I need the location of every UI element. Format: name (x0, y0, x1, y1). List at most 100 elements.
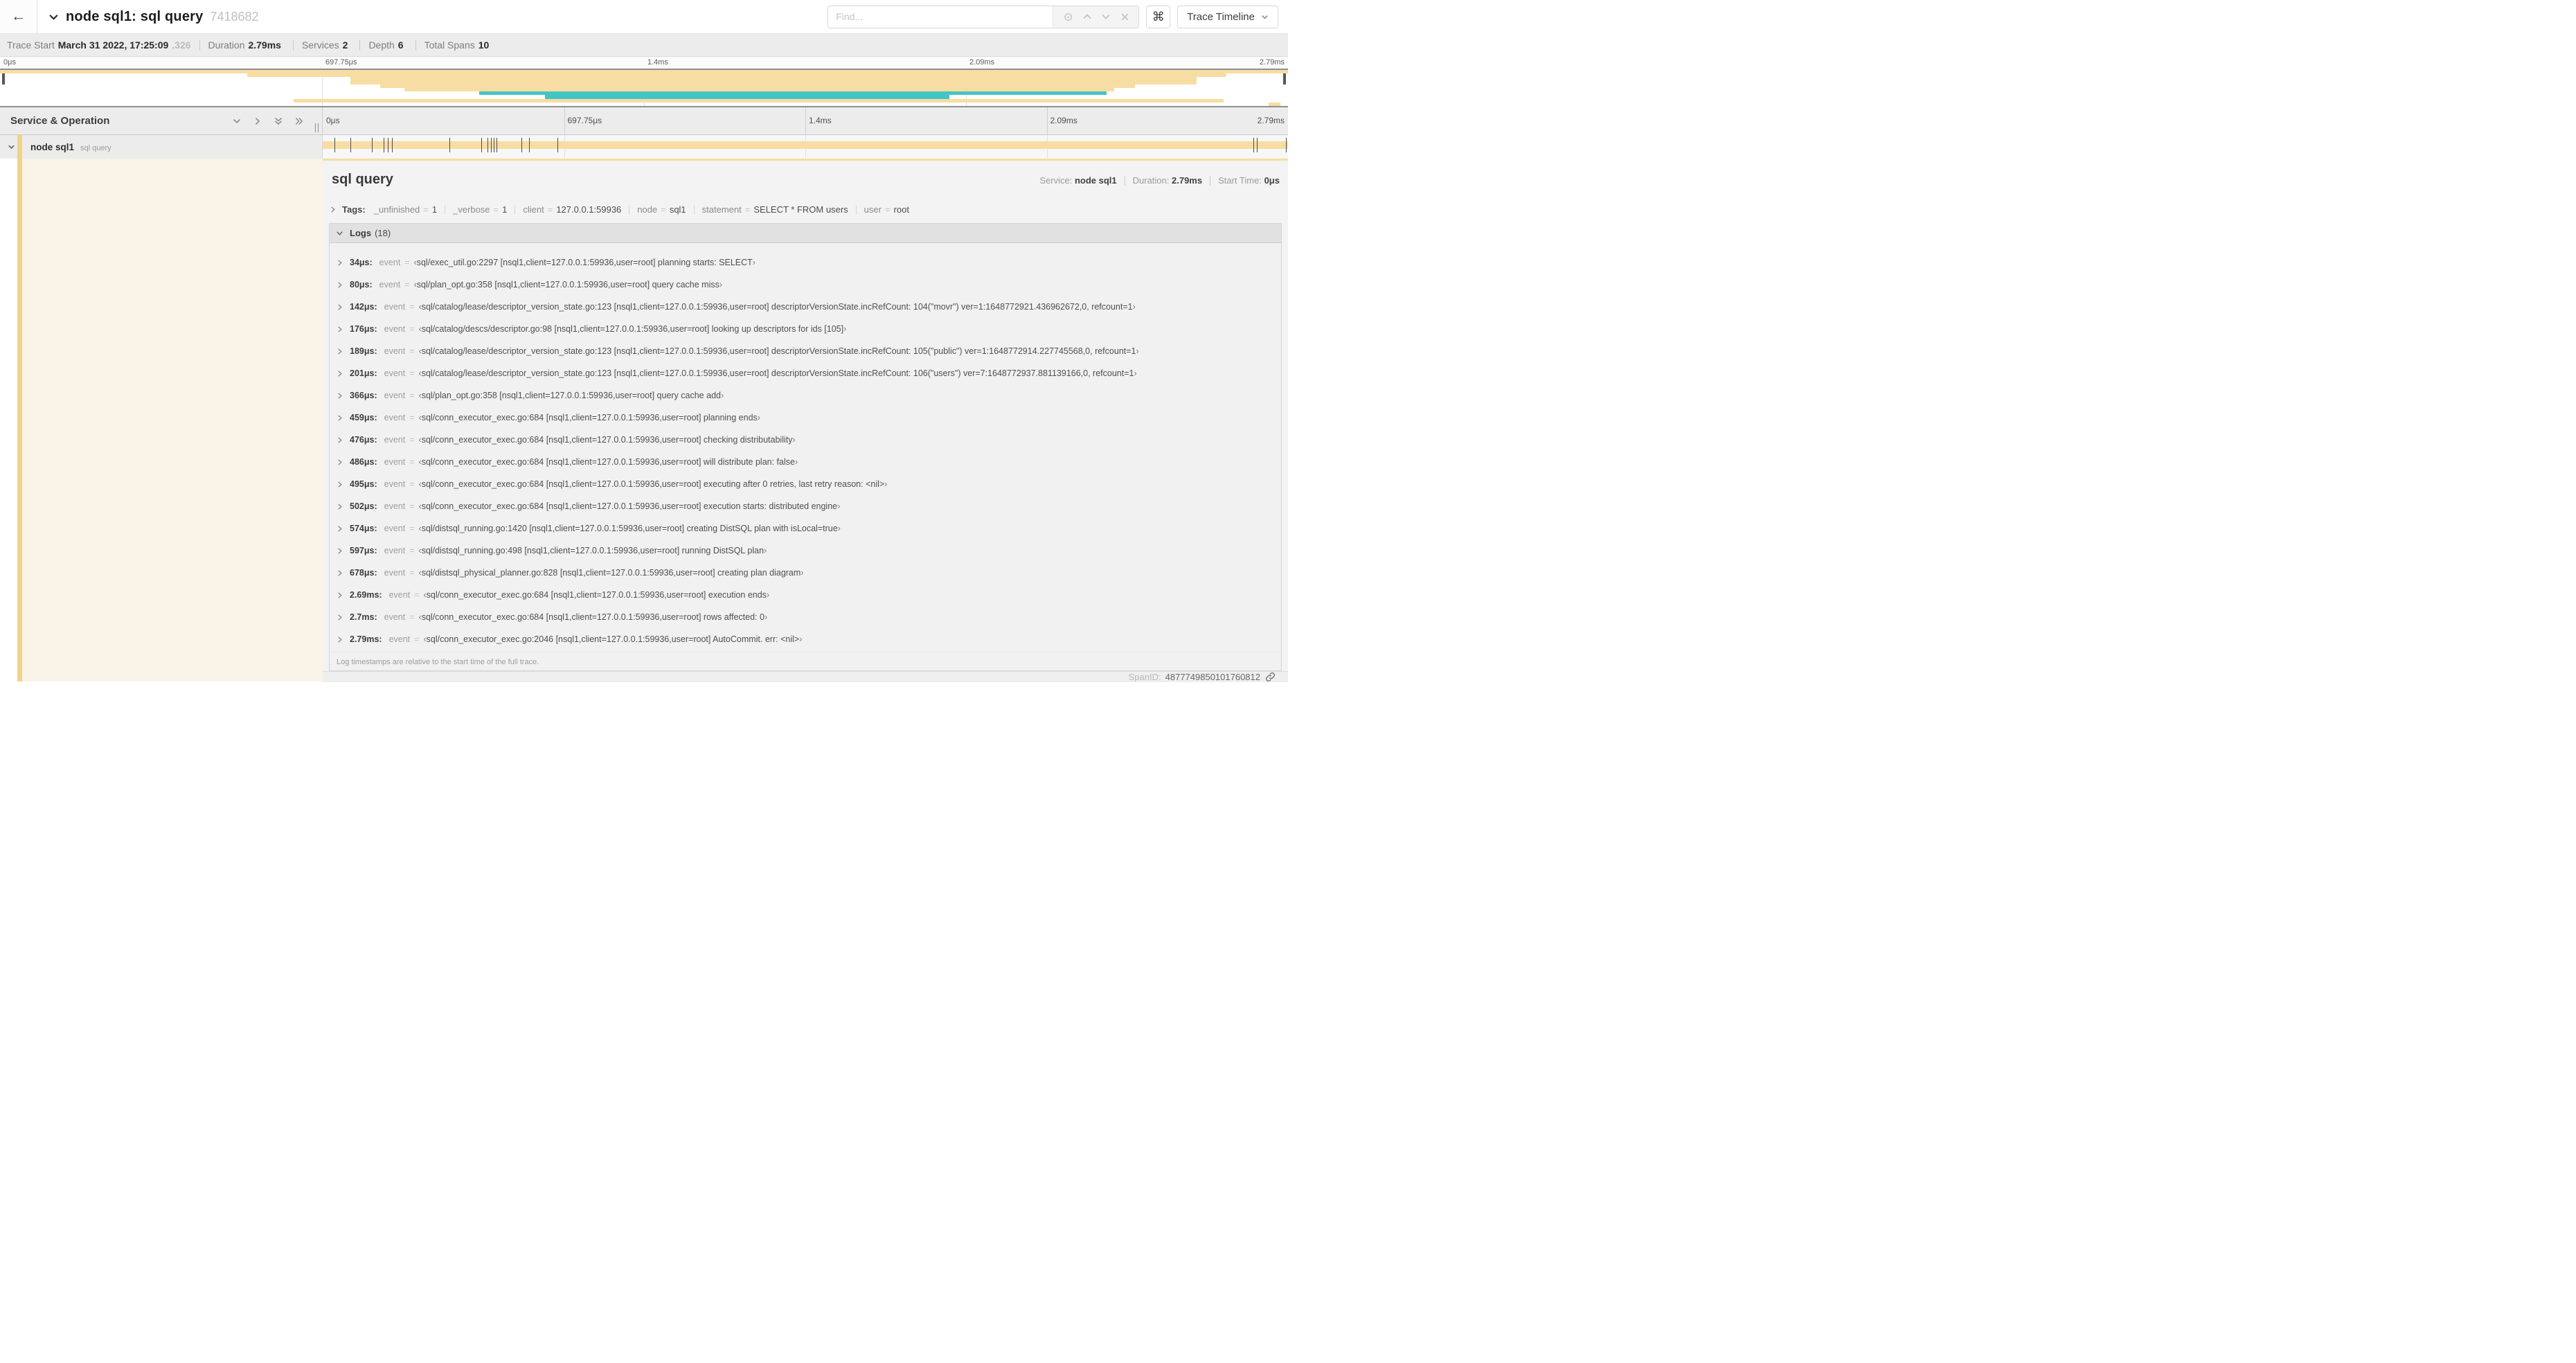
tag-item[interactable]: user = root (864, 204, 909, 215)
log-row[interactable]: 2.79ms: event = ‹sql/conn_executor_exec.… (330, 628, 1281, 650)
span-name-cell[interactable]: node sql1 sql query (0, 135, 323, 159)
close-quote: › (764, 546, 767, 555)
span-service-name: node sql1 (30, 141, 75, 152)
log-message: sql/distsql_running.go:1420 [nsql1,clien… (421, 524, 838, 533)
trace-summary-label: Total Spans (424, 39, 475, 51)
tag-item[interactable]: statement = SELECT * FROM users (702, 204, 848, 215)
log-message: sql/catalog/descs/descriptor.go:98 [nsql… (421, 324, 844, 334)
log-marker (1256, 138, 1258, 152)
log-field-value: ‹sql/catalog/lease/descriptor_version_st… (419, 368, 1137, 378)
overview-label: Start Time: (1218, 175, 1262, 186)
log-row[interactable]: 486μs: event = ‹sql/conn_executor_exec.g… (330, 451, 1281, 473)
span-duration-bar[interactable] (323, 141, 1288, 149)
tags-row[interactable]: Tags: _unfinished = 1 _verbose = 1 client = 12… (323, 196, 1288, 222)
close-quote: › (799, 634, 803, 644)
close-quote: › (843, 324, 847, 334)
close-quote: › (884, 479, 888, 489)
log-row[interactable]: 189μs: event = ‹sql/catalog/lease/descri… (330, 340, 1281, 362)
detail-header: sql query Service: node sql1 Duration: 2… (323, 161, 1288, 194)
keyboard-shortcuts-button[interactable]: ⌘ (1146, 5, 1171, 28)
log-row[interactable]: 142μs: event = ‹sql/catalog/lease/descri… (330, 296, 1281, 318)
detail-right-column: sql query Service: node sql1 Duration: 2… (323, 159, 1288, 682)
chevron-right-icon (336, 348, 343, 355)
log-row[interactable]: 476μs: event = ‹sql/conn_executor_exec.g… (330, 429, 1281, 451)
span-collapse-chevron-icon[interactable] (8, 143, 15, 151)
log-row[interactable]: 495μs: event = ‹sql/conn_executor_exec.g… (330, 473, 1281, 495)
clear-find-icon[interactable] (1120, 12, 1129, 21)
tag-item[interactable]: node = sql1 (637, 204, 686, 215)
equals-sign: = (744, 204, 751, 215)
logs-header[interactable]: Logs (18) (330, 224, 1281, 243)
span-bar-cell[interactable] (323, 135, 1288, 159)
trace-timeline-page: ← node sql1: sql query 7418682 Find... ⌘… (0, 0, 1288, 682)
log-row[interactable]: 80μs: event = ‹sql/plan_opt.go:358 [nsql… (330, 274, 1281, 296)
tag-value: 1 (431, 204, 438, 215)
log-timestamp: 201μs: (350, 368, 377, 378)
log-row[interactable]: 201μs: event = ‹sql/catalog/lease/descri… (330, 362, 1281, 384)
equals-sign: = (409, 612, 415, 622)
equals-sign: = (493, 204, 499, 215)
log-row[interactable]: 502μs: event = ‹sql/conn_executor_exec.g… (330, 495, 1281, 517)
log-timestamp: 34μs: (350, 258, 373, 267)
log-field-key: event (384, 324, 406, 334)
collapse-all-icon[interactable] (274, 116, 283, 126)
log-row[interactable]: 459μs: event = ‹sql/conn_executor_exec.g… (330, 407, 1281, 429)
log-row[interactable]: 574μs: event = ‹sql/distsql_running.go:1… (330, 517, 1281, 540)
log-field-value: ‹sql/plan_opt.go:358 [nsql1,client=127.0… (414, 280, 722, 289)
equals-sign: = (423, 204, 429, 215)
log-marker (1286, 138, 1287, 152)
log-row[interactable]: 366μs: event = ‹sql/plan_opt.go:358 [nsq… (330, 384, 1281, 407)
log-message: sql/conn_executor_exec.go:684 [nsql1,cli… (426, 590, 767, 600)
chevron-right-icon (336, 392, 343, 400)
deep-link-icon[interactable] (1265, 672, 1276, 682)
overview-value: 0μs (1264, 175, 1280, 186)
detail-left-gutter (0, 159, 323, 682)
equals-sign: = (409, 568, 415, 578)
view-selector-button[interactable]: Trace Timeline (1177, 5, 1278, 28)
tag-item[interactable]: _verbose = 1 (453, 204, 507, 215)
log-row[interactable]: 678μs: event = ‹sql/distsql_physical_pla… (330, 562, 1281, 584)
log-row[interactable]: 2.69ms: event = ‹sql/conn_executor_exec.… (330, 584, 1281, 606)
log-row[interactable]: 34μs: event = ‹sql/exec_util.go:2297 [ns… (330, 251, 1281, 274)
log-field-value: ‹sql/conn_executor_exec.go:684 [nsql1,cl… (423, 590, 769, 600)
match-target-icon[interactable] (1063, 12, 1073, 22)
log-message: sql/distsql_physical_planner.go:828 [nsq… (421, 568, 801, 578)
log-field-key: event (384, 457, 406, 467)
overview-value: 2.79ms (1172, 175, 1203, 186)
collapse-one-icon[interactable] (232, 116, 242, 126)
log-marker (521, 138, 522, 152)
tag-key: node (637, 204, 658, 215)
next-match-icon[interactable] (1101, 12, 1111, 21)
log-timestamp: 80μs: (350, 280, 373, 289)
back-button[interactable]: ← (0, 0, 37, 33)
find-input[interactable] (828, 6, 1053, 28)
log-field-key: event (384, 501, 406, 511)
log-field-key: event (384, 346, 406, 356)
equals-sign: = (547, 204, 553, 215)
close-quote: › (837, 501, 841, 511)
log-field-key: event (384, 435, 406, 445)
overview-item: Start Time: 0μs (1218, 175, 1280, 186)
trace-title-wrap: node sql1: sql query 7418682 (37, 0, 828, 33)
log-field-value: ‹sql/conn_executor_exec.go:684 [nsql1,cl… (419, 479, 888, 489)
chevron-right-icon (336, 591, 343, 599)
trace-summary-item: Total Spans 10 (424, 39, 493, 51)
log-field-key: event (388, 590, 411, 600)
tag-item[interactable]: client = 127.0.0.1:59936 (523, 204, 621, 215)
log-field-key: event (384, 568, 406, 578)
tag-item[interactable]: _unfinished = 1 (374, 204, 437, 215)
equals-sign: = (409, 524, 415, 533)
log-message: sql/conn_executor_exec.go:684 [nsql1,cli… (421, 612, 764, 622)
equals-sign: = (409, 391, 415, 400)
expand-one-icon[interactable] (253, 116, 262, 126)
equals-sign: = (404, 280, 410, 289)
prev-match-icon[interactable] (1082, 12, 1092, 21)
minimap-canvas[interactable] (0, 69, 1288, 107)
expand-all-icon[interactable] (294, 116, 304, 126)
log-row[interactable]: 176μs: event = ‹sql/catalog/descs/descri… (330, 318, 1281, 340)
title-chevron-down-icon[interactable] (48, 12, 59, 22)
divider (693, 204, 695, 215)
log-row[interactable]: 597μs: event = ‹sql/distsql_running.go:4… (330, 540, 1281, 562)
column-resizer-grip[interactable] (315, 123, 319, 132)
log-row[interactable]: 2.7ms: event = ‹sql/conn_executor_exec.g… (330, 606, 1281, 628)
